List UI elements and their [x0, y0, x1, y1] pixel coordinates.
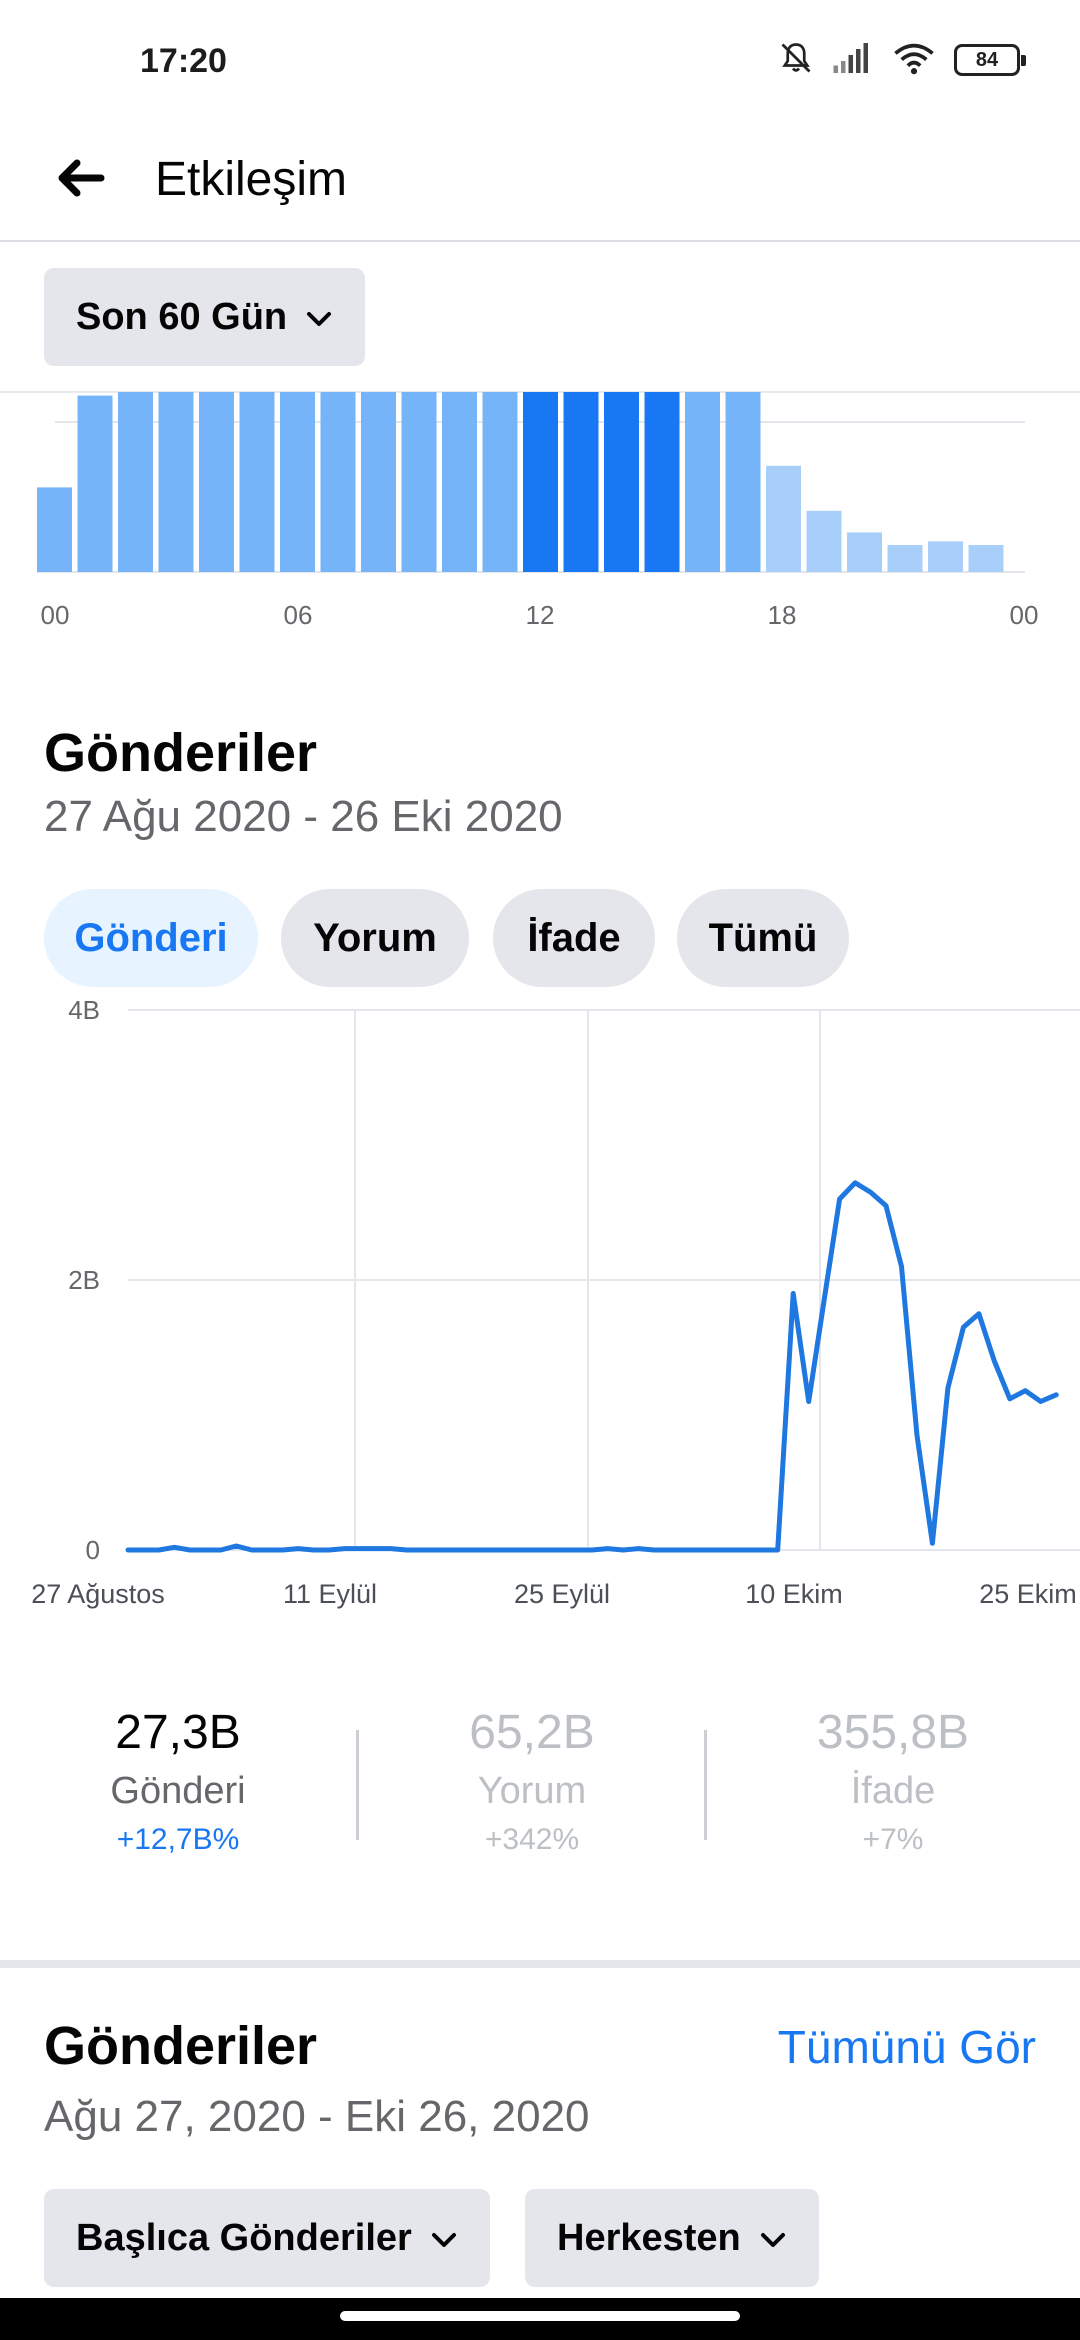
y-tick-label: 2B: [68, 1265, 100, 1295]
x-tick-label: 25 Ekim: [979, 1579, 1077, 1609]
bar-14: [604, 392, 639, 572]
metric-ifade[interactable]: 355,8B İfade +7%: [733, 1705, 1053, 1857]
tab-ifade[interactable]: İfade: [493, 889, 655, 987]
bell-muted-icon: [778, 40, 814, 81]
arrow-left-icon: [55, 158, 105, 203]
metric-value: 65,2B: [469, 1706, 595, 1759]
metric-value: 27,3B: [115, 1706, 241, 1759]
x-tick-label: 10 Ekim: [745, 1579, 843, 1609]
bar-15: [644, 392, 680, 572]
audience-select[interactable]: Herkesten: [525, 2189, 819, 2287]
metric-separator: [704, 1730, 707, 1840]
bar-19: [806, 510, 842, 572]
y-tick-label: 4B: [68, 995, 100, 1025]
bar-21: [887, 545, 923, 572]
top-posts-label: Başlıca Gönderiler: [76, 2216, 412, 2259]
signal-icon: [832, 41, 874, 80]
bar-05: [239, 392, 275, 572]
bar-20: [847, 532, 882, 572]
metric-label: Yorum: [477, 1770, 587, 1812]
bar-04: [199, 392, 234, 572]
tab-gonderi[interactable]: Gönderi: [44, 889, 258, 987]
section-date-range: 27 Ağu 2020 - 26 Eki 2020: [44, 792, 563, 841]
bar-09: [401, 392, 437, 572]
bar-18: [766, 465, 801, 572]
section-divider: [0, 1960, 1080, 1968]
chevron-down-icon: [305, 296, 333, 339]
x-tick-label: 11 Eylül: [283, 1579, 377, 1609]
bar-12: [523, 392, 558, 572]
period-select[interactable]: Son 60 Gün: [44, 268, 366, 366]
bar-11: [482, 392, 518, 572]
back-button[interactable]: [45, 145, 115, 215]
page-title: Etkileşim: [155, 153, 348, 206]
bar-22: [928, 541, 963, 572]
metric-label: Gönderi: [110, 1770, 246, 1812]
posts-list-title: Gönderiler: [44, 2016, 318, 2076]
metric-delta: +12,7B%: [116, 1823, 240, 1856]
battery-icon: 84: [954, 44, 1026, 76]
x-tick-label: 27 Ağustos: [31, 1579, 165, 1609]
x-tick-label: 00: [1010, 600, 1039, 630]
hourly-bar-chart: 00 06 12 18 00: [37, 392, 1039, 630]
see-all-link[interactable]: Tümünü Gör: [778, 2020, 1036, 2074]
chevron-down-icon: [759, 2217, 787, 2260]
bar-03: [158, 392, 194, 572]
metric-separator: [356, 1730, 359, 1840]
status-bar: 17:20 84: [0, 0, 1080, 125]
bar-07: [320, 392, 356, 572]
y-tick-label: 0: [86, 1535, 100, 1565]
metric-delta: +342%: [484, 1823, 580, 1856]
bar-01: [77, 395, 113, 572]
metric-label: İfade: [850, 1770, 936, 1812]
status-time: 17:20: [140, 42, 227, 80]
tab-tumu[interactable]: Tümü: [677, 889, 849, 987]
status-icons: 84: [778, 40, 1026, 81]
app-header: Etkileşim: [0, 125, 1080, 242]
home-handle[interactable]: [340, 2311, 740, 2321]
bar-00: [37, 487, 72, 572]
posts-list-date-range: Ağu 27, 2020 - Eki 26, 2020: [44, 2092, 590, 2141]
x-tick-label: 06: [284, 600, 313, 630]
bar-17: [725, 392, 761, 572]
bar-08: [361, 392, 396, 572]
metric-delta: +7%: [862, 1823, 924, 1856]
x-tick-label: 00: [41, 600, 70, 630]
top-posts-select[interactable]: Başlıca Gönderiler: [44, 2189, 490, 2287]
x-tick-label: 18: [768, 600, 797, 630]
wifi-icon: [892, 41, 936, 80]
metric-gonderi[interactable]: 27,3B Gönderi +12,7B%: [18, 1705, 338, 1857]
bar-13: [563, 392, 599, 572]
x-tick-label: 25 Eylül: [514, 1579, 610, 1609]
x-tick-label: 12: [526, 600, 555, 630]
bar-23: [968, 545, 1004, 572]
chevron-down-icon: [430, 2217, 458, 2260]
tab-yorum[interactable]: Yorum: [281, 889, 469, 987]
metric-value: 355,8B: [816, 1706, 970, 1759]
audience-label: Herkesten: [557, 2216, 741, 2259]
bar-10: [442, 392, 477, 572]
bar-06: [280, 392, 315, 572]
period-select-label: Son 60 Gün: [76, 295, 288, 338]
section-title: Gönderiler: [44, 723, 318, 783]
bar-16: [685, 392, 720, 572]
bar-02: [118, 392, 153, 572]
metric-yorum[interactable]: 65,2B Yorum +342%: [372, 1705, 692, 1857]
series-line: [125, 1180, 1059, 1553]
posts-line-chart: 0 2B 4B 27 Ağustos 11 Eylül 25 Eylül 10 Ekim 25…: [31, 995, 1080, 1609]
battery-level: 84: [975, 48, 999, 71]
